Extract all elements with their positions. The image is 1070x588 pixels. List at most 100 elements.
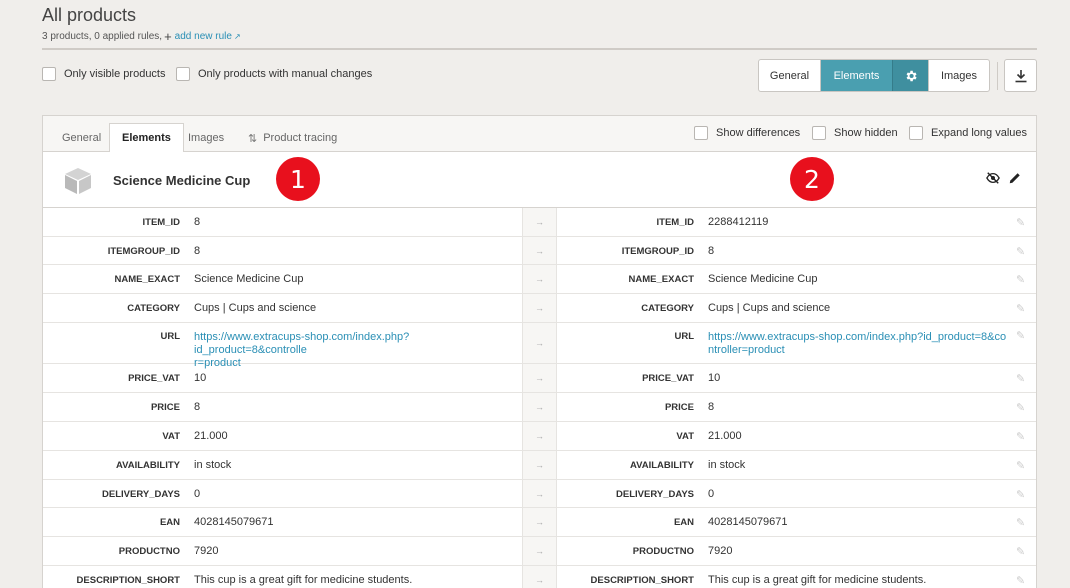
table-row: VAT 21.000 → VAT 21.000 ✎: [43, 422, 1036, 451]
right-field-value: 10: [708, 372, 721, 384]
left-field-value: 0: [194, 488, 201, 500]
tab-bar: General Elements Images ⇅ Product tracin…: [43, 116, 1036, 153]
tab-elements[interactable]: Elements: [109, 123, 184, 153]
option-show-differences[interactable]: Show differences: [694, 126, 800, 140]
external-link-icon: ↗: [233, 32, 241, 41]
copy-arrow-icon[interactable]: →: [522, 364, 557, 392]
left-field-value: 8: [194, 216, 201, 228]
right-field-key: EAN: [673, 517, 694, 528]
edit-field-icon[interactable]: ✎: [1016, 245, 1025, 258]
toolbar-separator: [997, 62, 998, 90]
copy-arrow-icon[interactable]: →: [522, 422, 557, 450]
hide-eye-icon[interactable]: [986, 171, 1000, 185]
summary-text: 3 products, 0 applied rules,: [42, 31, 163, 42]
table-row: DESCRIPTION_SHORT This cup is a great gif…: [43, 566, 1036, 588]
edit-field-icon[interactable]: ✎: [1016, 516, 1025, 529]
right-field-value: 4028145079671: [708, 516, 788, 528]
only-manual-checkbox[interactable]: [176, 67, 190, 81]
left-field-value: This cup is a great gift for medicine st…: [194, 574, 413, 586]
copy-arrow-icon[interactable]: →: [522, 265, 557, 293]
edit-field-icon[interactable]: ✎: [1016, 302, 1025, 315]
left-field-key: VAT: [162, 431, 180, 442]
right-field-value: 8: [708, 245, 715, 257]
edit-field-icon[interactable]: ✎: [1016, 545, 1025, 558]
right-field-key: VAT: [676, 431, 694, 442]
view-general-button[interactable]: General: [759, 60, 821, 91]
left-field-key: EAN: [159, 517, 180, 528]
annotation-marker-1: 1: [276, 157, 320, 201]
left-field-key: AVAILABILITY: [115, 460, 180, 471]
show-hidden-checkbox[interactable]: [812, 126, 826, 140]
right-field-key: PRICE: [664, 402, 694, 413]
header-divider: [42, 48, 1037, 50]
table-row: NAME_EXACT Science Medicine Cup → NAME_EXAC…: [43, 265, 1036, 294]
copy-arrow-icon[interactable]: →: [522, 508, 557, 536]
view-elements-button[interactable]: Elements: [821, 60, 892, 91]
edit-field-icon[interactable]: ✎: [1016, 273, 1025, 286]
edit-field-icon[interactable]: ✎: [1016, 372, 1025, 385]
copy-arrow-icon[interactable]: →: [522, 208, 557, 236]
copy-arrow-icon[interactable]: →: [522, 537, 557, 565]
left-field-value: Science Medicine Cup: [194, 273, 304, 285]
copy-arrow-icon[interactable]: →: [522, 237, 557, 264]
filter-only-manual[interactable]: Only products with manual changes: [176, 67, 372, 81]
tab-product-tracing[interactable]: ⇅ Product tracing: [248, 124, 337, 152]
right-field-value: 2288412119: [708, 216, 769, 228]
option-show-hidden[interactable]: Show hidden: [812, 126, 898, 140]
edit-pencil-icon[interactable]: [1008, 171, 1022, 185]
table-row: CATEGORY Cups | Cups and science → CATEGORY…: [43, 294, 1036, 323]
left-field-key: PRICE_VAT: [128, 373, 180, 384]
attribute-table: ITEM_ID 8 → ITEM_ID 2288412119 ✎ ITEMGROUP_ID 8…: [43, 208, 1036, 588]
copy-arrow-icon[interactable]: →: [522, 294, 557, 322]
copy-arrow-icon[interactable]: →: [522, 566, 557, 588]
right-field-value: in stock: [708, 459, 746, 471]
left-field-value: in stock: [194, 459, 232, 471]
tab-general[interactable]: General: [62, 124, 101, 152]
right-field-key: NAME_EXACT: [628, 274, 694, 285]
page-summary: 3 products, 0 applied rules, + add new r…: [42, 30, 241, 43]
left-field-key: ITEM_ID: [142, 217, 180, 228]
edit-field-icon[interactable]: ✎: [1016, 430, 1025, 443]
table-row: PRICE_VAT 10 → PRICE_VAT 10 ✎: [43, 364, 1036, 393]
tab-product-tracing-label: Product tracing: [263, 132, 338, 144]
left-field-key: CATEGORY: [127, 303, 180, 314]
show-hidden-label: Show hidden: [834, 127, 898, 139]
show-differences-checkbox[interactable]: [694, 126, 708, 140]
download-button[interactable]: [1004, 59, 1037, 92]
edit-field-icon[interactable]: ✎: [1016, 488, 1025, 501]
only-visible-checkbox[interactable]: [42, 67, 56, 81]
tab-images[interactable]: Images: [188, 124, 224, 152]
page-title: All products: [42, 5, 137, 25]
right-field-key: URL: [674, 331, 694, 342]
view-images-button[interactable]: Images: [928, 60, 989, 91]
copy-arrow-icon[interactable]: →: [522, 323, 557, 363]
expand-long-values-checkbox[interactable]: [909, 126, 923, 140]
left-field-key: NAME_EXACT: [114, 274, 180, 285]
view-toggle: General Elements Images: [758, 59, 990, 92]
left-url-line-1: https://www.extracups-shop.com/index.php…: [194, 331, 410, 356]
copy-arrow-icon[interactable]: →: [522, 480, 557, 507]
right-field-value: 8: [708, 401, 715, 413]
left-field-key: DELIVERY_DAYS: [102, 489, 180, 500]
gear-icon[interactable]: [892, 60, 928, 91]
edit-field-icon[interactable]: ✎: [1016, 216, 1025, 229]
option-expand-long-values[interactable]: Expand long values: [909, 126, 1027, 140]
product-detail-panel: General Elements Images ⇅ Product tracin…: [42, 115, 1037, 588]
right-field-value: This cup is a great gift for medicine st…: [708, 574, 927, 586]
edit-field-icon[interactable]: ✎: [1016, 459, 1025, 472]
edit-field-icon[interactable]: ✎: [1016, 329, 1025, 342]
edit-field-icon[interactable]: ✎: [1016, 401, 1025, 414]
tracing-icon: ⇅: [248, 132, 258, 145]
add-rule-link[interactable]: add new rule: [175, 31, 232, 42]
filter-only-visible[interactable]: Only visible products: [42, 67, 166, 81]
edit-field-icon[interactable]: ✎: [1016, 574, 1025, 587]
only-visible-label: Only visible products: [64, 68, 166, 80]
right-field-key: ITEM_ID: [656, 217, 694, 228]
copy-arrow-icon[interactable]: →: [522, 393, 557, 421]
right-field-value[interactable]: https://www.extracups-shop.com/index.php…: [708, 331, 1008, 357]
copy-arrow-icon[interactable]: →: [522, 451, 557, 479]
right-field-value: Science Medicine Cup: [708, 273, 818, 285]
left-field-value: 21.000: [194, 430, 228, 442]
product-name: Science Medicine Cup: [113, 173, 251, 188]
table-row: URL https://www.extracups-shop.com/index.…: [43, 323, 1036, 369]
